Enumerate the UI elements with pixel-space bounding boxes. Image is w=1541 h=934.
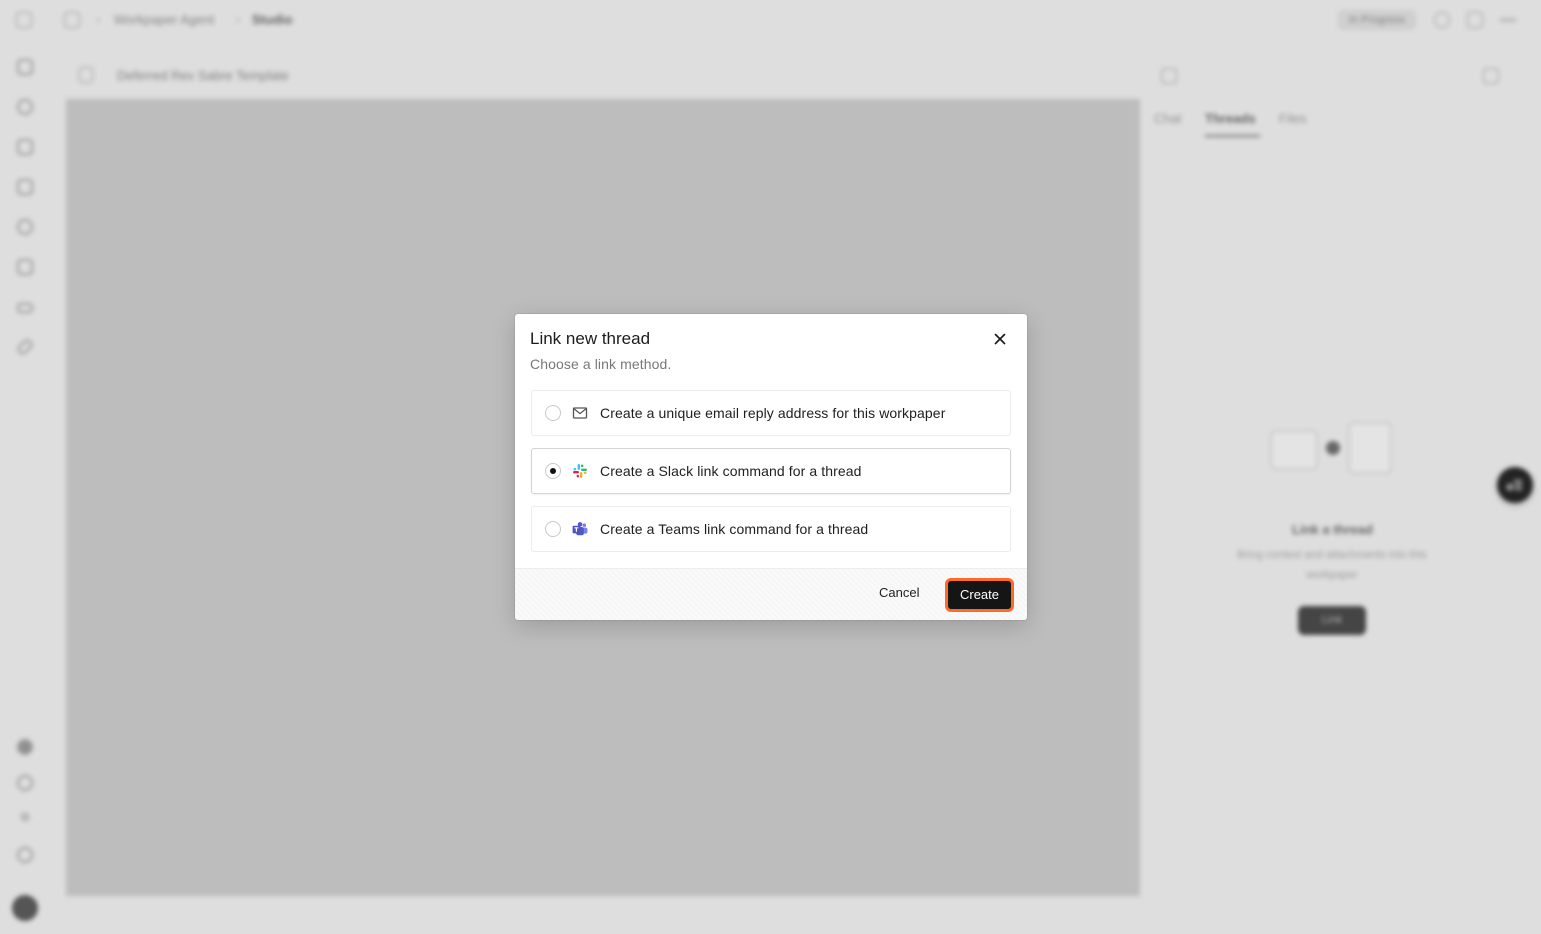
radio-slack[interactable] (545, 463, 561, 479)
option-teams-label: Create a Teams link command for a thread (600, 521, 869, 537)
radio-email[interactable] (545, 405, 561, 421)
create-button-label: Create (948, 581, 1011, 609)
teams-icon (572, 522, 588, 536)
link-thread-dialog: Link new thread Choose a link method. Cr… (515, 314, 1027, 620)
option-email[interactable]: Create a unique email reply address for … (531, 390, 1011, 436)
slack-icon (573, 464, 587, 478)
option-email-label: Create a unique email reply address for … (600, 405, 946, 421)
option-teams[interactable]: Create a Teams link command for a thread (531, 506, 1011, 552)
cancel-button[interactable]: Cancel (879, 585, 919, 600)
create-button[interactable]: Create (945, 578, 1014, 612)
radio-teams[interactable] (545, 521, 561, 537)
close-icon[interactable] (992, 331, 1008, 347)
mail-icon (572, 407, 588, 419)
dialog-title: Link new thread (530, 329, 651, 348)
dialog-footer: Cancel Create (515, 568, 1027, 620)
option-slack[interactable]: Create a Slack link command for a thread (531, 448, 1011, 494)
dialog-subtitle: Choose a link method. (530, 356, 672, 372)
option-slack-label: Create a Slack link command for a thread (600, 463, 862, 479)
